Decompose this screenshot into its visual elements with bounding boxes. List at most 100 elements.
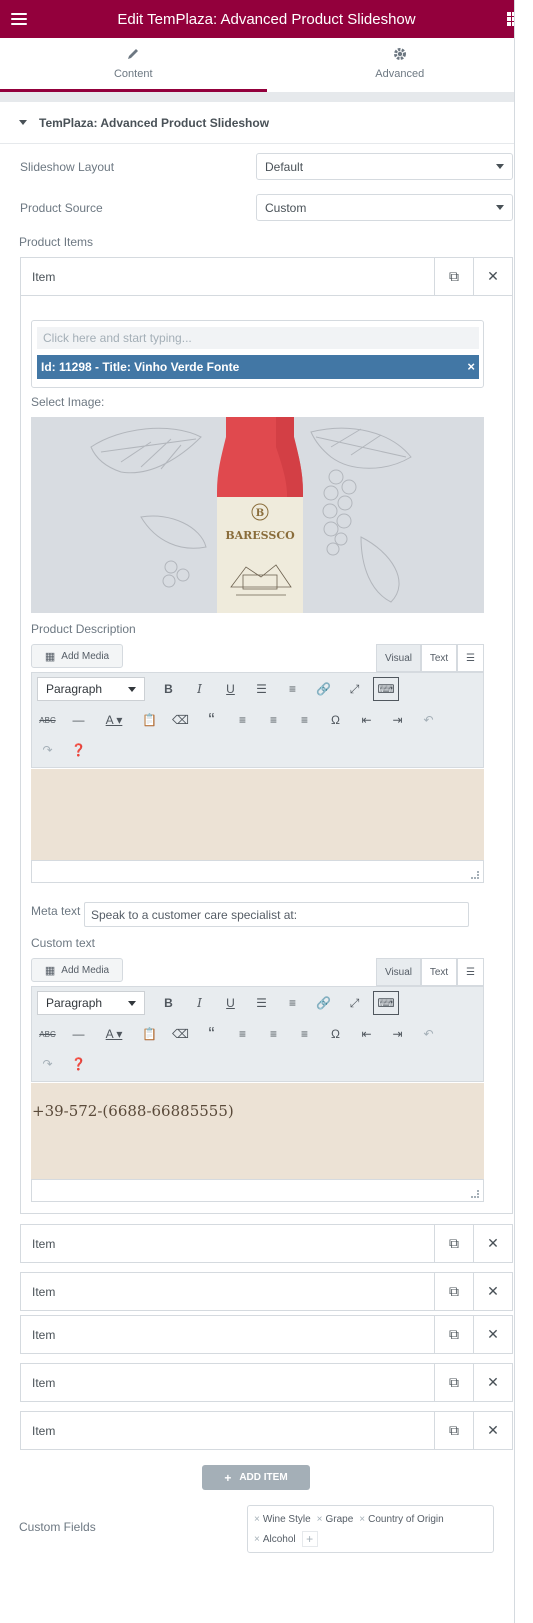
editor-tab-text[interactable]: Text (421, 644, 457, 672)
redo-icon[interactable]: ↷ (32, 735, 63, 765)
paste-text-icon[interactable]: 📋 (134, 1019, 165, 1049)
editor-stack-icon[interactable]: ☰ (457, 958, 484, 986)
text-color-icon[interactable]: A ▾ (94, 705, 134, 735)
undo-icon[interactable]: ↶ (413, 1019, 444, 1049)
outdent-icon[interactable]: ⇤ (351, 1019, 382, 1049)
align-right-icon[interactable]: ≡ (289, 705, 320, 735)
blockquote-icon[interactable]: “ (196, 705, 227, 735)
fullscreen-icon[interactable]: ⤢ (339, 674, 370, 704)
editor-stack-icon[interactable]: ☰ (457, 644, 484, 672)
add-tag-icon[interactable]: + (301, 1531, 318, 1547)
add-media-button[interactable]: ▦ Add Media (31, 644, 123, 668)
product-description-editor[interactable] (31, 769, 484, 860)
numbered-list-icon[interactable]: ≡ (277, 674, 308, 704)
italic-icon[interactable]: I (184, 674, 215, 704)
product-search-input[interactable]: Click here and start typing... (37, 327, 479, 349)
tab-content[interactable]: Content (0, 38, 267, 92)
editor-statusbar (31, 860, 484, 883)
close-icon[interactable]: ✕ (473, 1364, 512, 1401)
clear-formatting-icon[interactable]: ⌫ (165, 705, 196, 735)
item-title: Item (32, 1327, 56, 1342)
text-color-icon[interactable]: A ▾ (94, 1019, 134, 1049)
close-icon[interactable]: ✕ (473, 1273, 512, 1310)
numbered-list-icon[interactable]: ≡ (277, 988, 308, 1018)
undo-icon[interactable]: ↶ (413, 705, 444, 735)
add-item-button[interactable]: + ADD ITEM (202, 1465, 310, 1490)
pencil-icon (126, 47, 140, 64)
bold-icon[interactable]: B (153, 674, 184, 704)
outdent-icon[interactable]: ⇤ (351, 705, 382, 735)
custom-text-editor[interactable] (31, 1083, 484, 1179)
repeater-item-4[interactable]: Item ⧉ ✕ (20, 1315, 513, 1354)
close-icon[interactable]: ✕ (473, 1225, 512, 1262)
strikethrough-icon[interactable]: ABC (32, 1019, 63, 1049)
editor-tab-visual[interactable]: Visual (376, 958, 421, 986)
tab-advanced[interactable]: Advanced (266, 38, 533, 92)
add-media-button[interactable]: ▦ Add Media (31, 958, 123, 982)
resize-grip-icon[interactable] (471, 871, 479, 879)
horizontal-line-icon[interactable]: — (63, 1019, 94, 1049)
repeater-item-1[interactable]: Item ⧉ ✕ (20, 257, 513, 296)
paste-text-icon[interactable]: 📋 (134, 705, 165, 735)
editor-tab-visual[interactable]: Visual (376, 644, 421, 672)
duplicate-icon[interactable]: ⧉ (434, 1225, 473, 1262)
duplicate-icon[interactable]: ⧉ (434, 1412, 473, 1449)
menu-button[interactable] (0, 0, 38, 38)
close-icon[interactable]: ✕ (473, 1412, 512, 1449)
link-icon[interactable]: 🔗 (308, 988, 339, 1018)
horizontal-line-icon[interactable]: — (63, 705, 94, 735)
help-icon[interactable]: ❓ (63, 1049, 94, 1079)
indent-icon[interactable]: ⇥ (382, 705, 413, 735)
repeater-item-3[interactable]: Item ⧉ ✕ (20, 1272, 513, 1311)
link-icon[interactable]: 🔗 (308, 674, 339, 704)
fullscreen-icon[interactable]: ⤢ (339, 988, 370, 1018)
remove-icon[interactable]: × (467, 359, 475, 374)
italic-icon[interactable]: I (184, 988, 215, 1018)
editor-tab-text[interactable]: Text (421, 958, 457, 986)
repeater-item-5[interactable]: Item ⧉ ✕ (20, 1363, 513, 1402)
format-select[interactable]: Paragraph (37, 677, 145, 701)
remove-tag-icon[interactable]: × (254, 1514, 260, 1525)
special-character-icon[interactable]: Ω (320, 705, 351, 735)
resize-grip-icon[interactable] (471, 1190, 479, 1198)
redo-icon[interactable]: ↷ (32, 1049, 63, 1079)
strikethrough-icon[interactable]: ABC (32, 705, 63, 735)
help-icon[interactable]: ❓ (63, 735, 94, 765)
duplicate-icon[interactable]: ⧉ (434, 1273, 473, 1310)
indent-icon[interactable]: ⇥ (382, 1019, 413, 1049)
duplicate-icon[interactable]: ⧉ (434, 1316, 473, 1353)
align-center-icon[interactable]: ≡ (258, 1019, 289, 1049)
align-right-icon[interactable]: ≡ (289, 1019, 320, 1049)
caret-down-icon (19, 120, 27, 125)
blockquote-icon[interactable]: “ (196, 1019, 227, 1049)
remove-tag-icon[interactable]: × (254, 1534, 260, 1545)
remove-tag-icon[interactable]: × (359, 1514, 365, 1525)
custom-fields-select[interactable]: × Wine Style × Grape × Country of Origin × A… (247, 1505, 494, 1553)
underline-icon[interactable]: U (215, 988, 246, 1018)
align-left-icon[interactable]: ≡ (227, 705, 258, 735)
duplicate-icon[interactable]: ⧉ (434, 1364, 473, 1401)
product-source-select[interactable]: Custom (256, 194, 513, 221)
section-header[interactable]: TemPlaza: Advanced Product Slideshow (0, 102, 514, 144)
bold-icon[interactable]: B (153, 988, 184, 1018)
remove-tag-icon[interactable]: × (317, 1514, 323, 1525)
special-character-icon[interactable]: Ω (320, 1019, 351, 1049)
duplicate-icon[interactable]: ⧉ (434, 258, 473, 295)
align-left-icon[interactable]: ≡ (227, 1019, 258, 1049)
repeater-item-6[interactable]: Item ⧉ ✕ (20, 1411, 513, 1450)
clear-formatting-icon[interactable]: ⌫ (165, 1019, 196, 1049)
toolbar-toggle-icon[interactable]: ⌨ (373, 991, 399, 1015)
bullet-list-icon[interactable]: ☰ (246, 674, 277, 704)
underline-icon[interactable]: U (215, 674, 246, 704)
toolbar-toggle-icon[interactable]: ⌨ (373, 677, 399, 701)
slideshow-layout-select[interactable]: Default (256, 153, 513, 180)
repeater-item-2[interactable]: Item ⧉ ✕ (20, 1224, 513, 1263)
item-title: Item (32, 1284, 56, 1299)
product-image[interactable]: B BARESSCO (31, 417, 484, 613)
align-center-icon[interactable]: ≡ (258, 705, 289, 735)
close-icon[interactable]: ✕ (473, 258, 512, 295)
close-icon[interactable]: ✕ (473, 1316, 512, 1353)
format-select[interactable]: Paragraph (37, 991, 145, 1015)
meta-text-input[interactable]: Speak to a customer care specialist at: (84, 902, 469, 927)
bullet-list-icon[interactable]: ☰ (246, 988, 277, 1018)
